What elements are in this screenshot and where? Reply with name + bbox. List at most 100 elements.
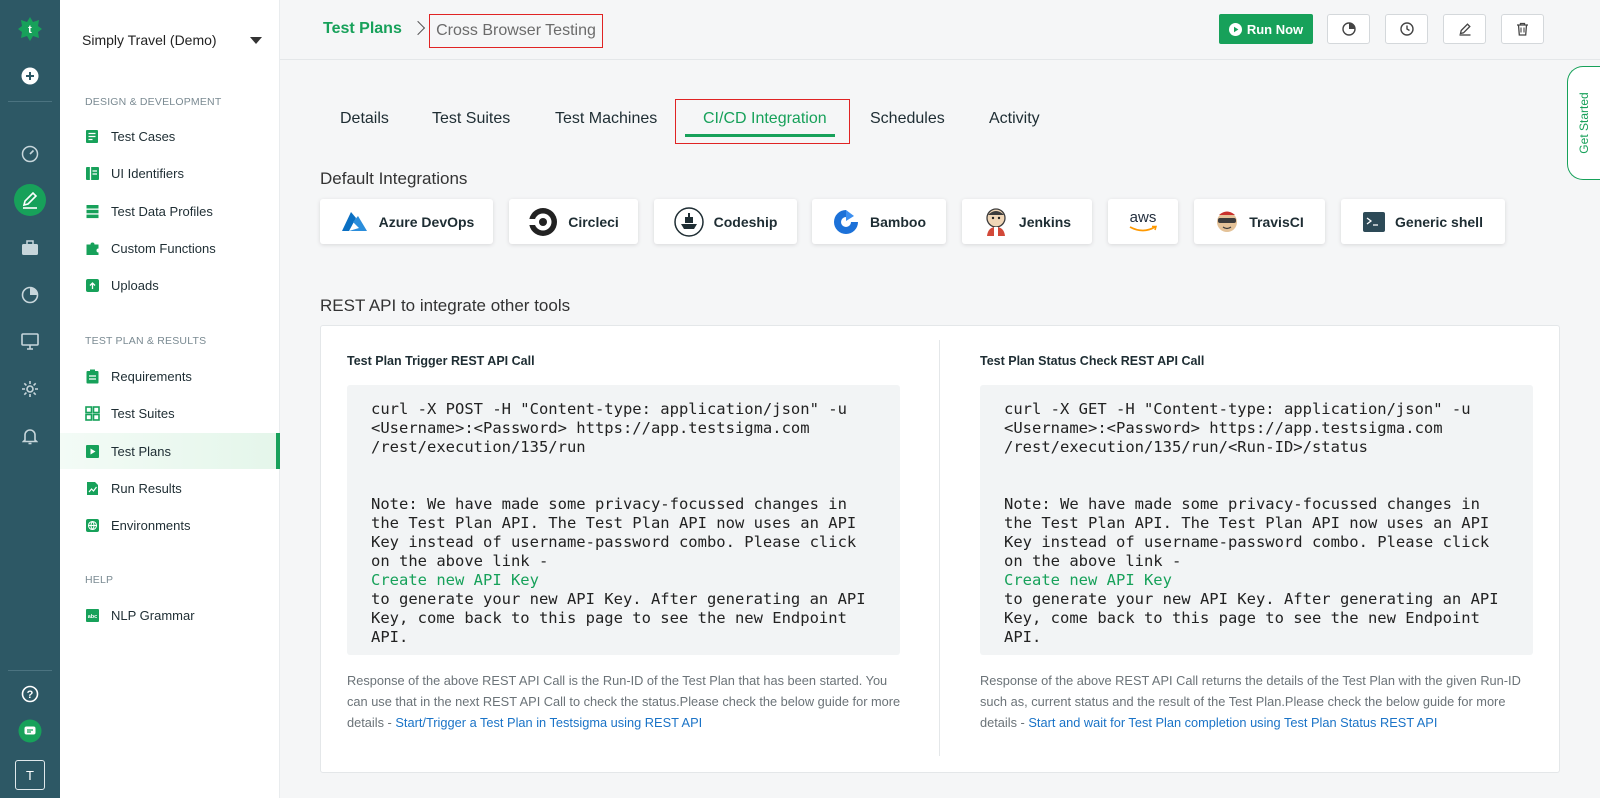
sidebar-item-test-plans[interactable]: Test Plans	[60, 433, 280, 469]
side-navigation: Simply Travel (Demo) DESIGN & DEVELOPMEN…	[60, 0, 280, 798]
integration-label: aws	[1129, 208, 1157, 226]
breadcrumb-current-plan: Cross Browser Testing	[429, 14, 603, 48]
sidebar-item-label: Test Data Profiles	[111, 203, 213, 219]
test-cases-icon	[85, 129, 100, 144]
delete-button[interactable]	[1501, 14, 1544, 44]
notification-bell-icon[interactable]	[0, 418, 60, 454]
clock-icon	[1399, 22, 1414, 36]
status-guide-link[interactable]: Start and wait for Test Plan completion …	[1028, 715, 1437, 730]
sidebar-item-run-results[interactable]: Run Results	[60, 470, 280, 506]
integration-label: Bamboo	[870, 213, 926, 230]
test-suites-icon	[85, 405, 100, 421]
requirements-icon	[85, 369, 100, 384]
tab-activity[interactable]: Activity	[989, 110, 1040, 132]
chat-icon[interactable]	[0, 713, 60, 749]
sidebar-item-test-cases[interactable]: Test Cases	[60, 118, 280, 154]
tab-test-suites[interactable]: Test Suites	[432, 110, 510, 132]
integration-generic-shell[interactable]: Generic shell	[1341, 199, 1505, 244]
integration-bamboo[interactable]: Bamboo	[812, 199, 946, 244]
reports-button[interactable]	[1327, 14, 1370, 44]
integration-label: TravisCI	[1249, 213, 1304, 230]
abc-icon: abc	[85, 608, 100, 623]
testsigma-logo[interactable]: t	[0, 11, 60, 47]
test-data-icon	[85, 204, 100, 219]
integration-circleci[interactable]: Circleci	[509, 199, 638, 244]
sidebar-item-environments[interactable]: Environments	[60, 507, 280, 543]
sidebar-item-label: UI Identifiers	[111, 165, 184, 181]
travisci-icon	[1217, 211, 1238, 232]
project-name: Simply Travel (Demo)	[82, 32, 217, 48]
sidebar-item-ui-identifiers[interactable]: UI Identifiers	[60, 155, 280, 191]
active-tab-underline	[685, 134, 835, 137]
status-create-api-key-link[interactable]: Create new API Key	[1004, 571, 1172, 589]
briefcase-icon[interactable]	[0, 230, 60, 266]
section-title-test-plan: TEST PLAN & RESULTS	[85, 335, 207, 347]
tab-test-machines[interactable]: Test Machines	[555, 110, 657, 132]
run-now-button[interactable]: Run Now	[1219, 14, 1313, 44]
user-avatar[interactable]: T	[0, 757, 60, 793]
sidebar-item-label: Test Suites	[111, 405, 175, 421]
trigger-note: Note: We have made some privacy-focussed…	[371, 495, 866, 570]
integration-label: Codeship	[713, 213, 778, 230]
integration-azure-devops[interactable]: Azure DevOps	[320, 199, 493, 244]
section-title-help: HELP	[85, 574, 114, 586]
tab-ci-cd-integration[interactable]: CI/CD Integration	[703, 110, 827, 132]
trigger-code-block: curl -X POST -H "Content-type: applicati…	[347, 385, 900, 655]
play-circle-icon	[1228, 22, 1242, 36]
design-edit-icon[interactable]	[0, 182, 60, 218]
sidebar-item-test-data-profiles[interactable]: Test Data Profiles	[60, 193, 280, 229]
sidebar-item-test-suites[interactable]: Test Suites	[60, 395, 280, 431]
tab-details[interactable]: Details	[340, 110, 389, 132]
jenkins-icon	[986, 207, 1006, 236]
edit-button[interactable]	[1443, 14, 1486, 44]
trigger-guide-link[interactable]: Start/Trigger a Test Plan in Testsigma u…	[395, 715, 702, 730]
trigger-create-api-key-link[interactable]: Create new API Key	[371, 571, 539, 589]
status-curl-command: curl -X GET -H "Content-type: applicatio…	[1004, 400, 1480, 456]
sidebar-item-label: Run Results	[111, 480, 182, 496]
column-divider	[939, 340, 940, 756]
integration-jenkins[interactable]: Jenkins	[962, 199, 1092, 244]
integration-label: Azure DevOps	[378, 213, 475, 230]
chevron-down-icon	[250, 36, 262, 44]
sidebar-item-nlp-grammar[interactable]: abc NLP Grammar	[60, 597, 280, 633]
section-title-design: DESIGN & DEVELOPMENT	[85, 96, 222, 108]
user-initial: T	[15, 760, 45, 790]
sidebar-item-label: Custom Functions	[111, 240, 216, 256]
monitor-icon[interactable]	[0, 323, 60, 359]
sidebar-item-label: Test Plans	[111, 443, 171, 459]
status-note: Note: We have made some privacy-focussed…	[1004, 495, 1499, 570]
globe-icon	[85, 518, 100, 533]
integration-aws[interactable]: aws	[1108, 199, 1178, 244]
pencil-icon	[1459, 23, 1471, 36]
pie-chart-icon	[1341, 22, 1356, 36]
tab-schedules[interactable]: Schedules	[870, 110, 945, 132]
status-code-block: curl -X GET -H "Content-type: applicatio…	[980, 385, 1533, 655]
puzzle-icon	[85, 241, 100, 256]
history-button[interactable]	[1385, 14, 1428, 44]
get-started-button[interactable]: Get Started	[1567, 66, 1600, 180]
help-icon[interactable]: ?	[0, 676, 60, 712]
trigger-api-title: Test Plan Trigger REST API Call	[347, 354, 535, 368]
sidebar-item-uploads[interactable]: Uploads	[60, 267, 280, 303]
reports-pie-icon[interactable]	[0, 277, 60, 313]
status-note-after: to generate your new API Key. After gene…	[1004, 590, 1508, 646]
settings-gear-icon[interactable]	[0, 371, 60, 407]
svg-text:abc: abc	[88, 614, 97, 620]
run-now-label: Run Now	[1246, 21, 1304, 37]
project-selector[interactable]: Simply Travel (Demo)	[82, 30, 262, 50]
breadcrumb-test-plans[interactable]: Test Plans	[323, 20, 402, 38]
integration-travisci[interactable]: TravisCI	[1194, 199, 1325, 244]
rest-api-title: REST API to integrate other tools	[320, 296, 571, 315]
sidebar-item-label: Environments	[111, 517, 191, 533]
status-description: Response of the above REST API Call retu…	[980, 670, 1525, 733]
integration-codeship[interactable]: Codeship	[654, 199, 797, 244]
integration-label: Circleci	[568, 213, 619, 230]
page-header: Test Plans Cross Browser Testing Run Now	[280, 0, 1600, 60]
svg-text:?: ?	[27, 689, 34, 701]
get-started-label: Get Started	[1577, 92, 1591, 154]
sidebar-item-requirements[interactable]: Requirements	[60, 358, 280, 394]
add-icon[interactable]	[0, 58, 60, 94]
dashboard-icon[interactable]	[0, 136, 60, 172]
sidebar-item-custom-functions[interactable]: Custom Functions	[60, 230, 280, 266]
default-integrations-title: Default Integrations	[320, 169, 468, 188]
